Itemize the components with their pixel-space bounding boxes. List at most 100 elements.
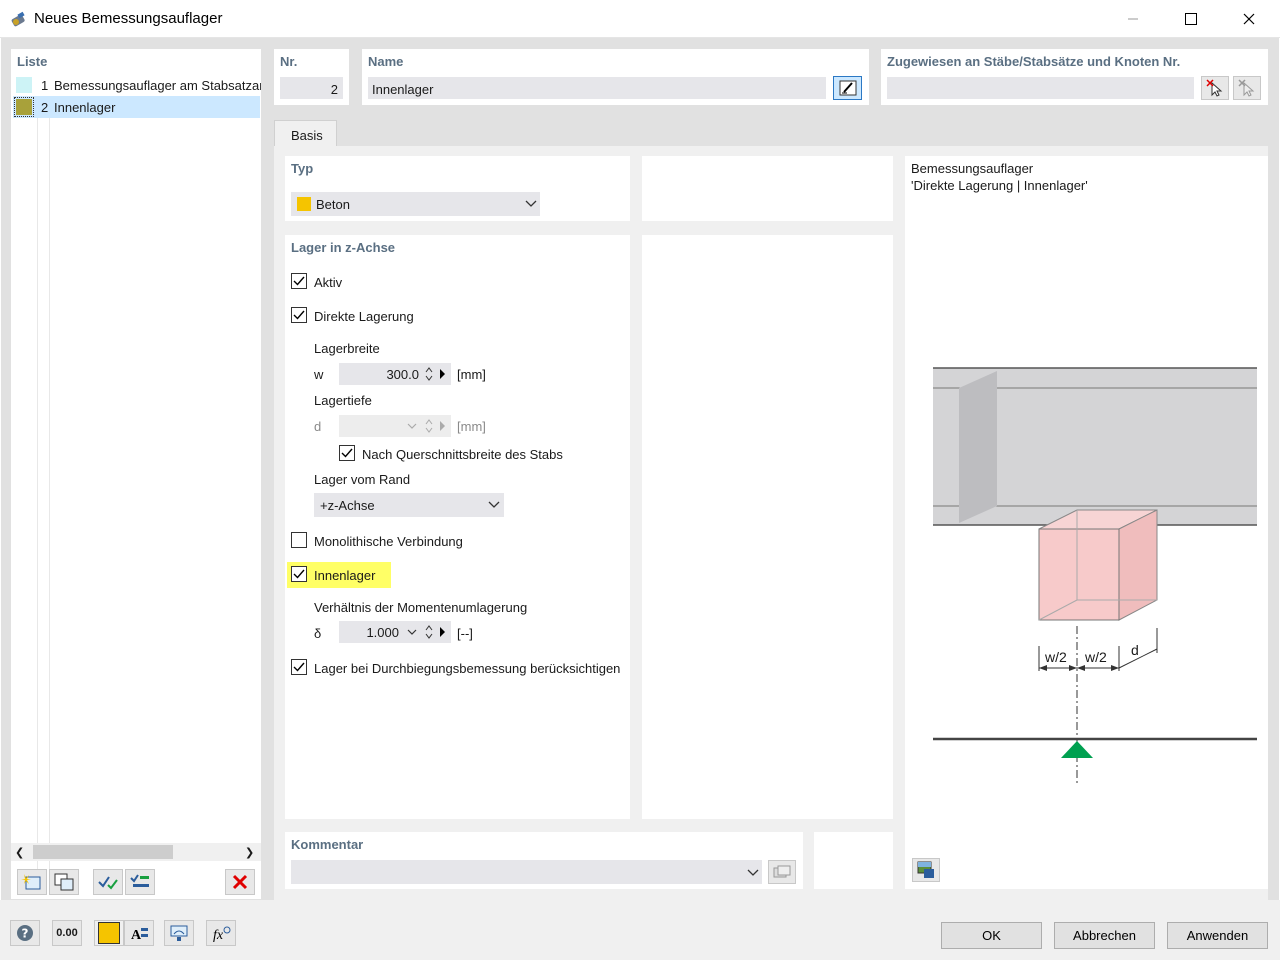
edit-name-button[interactable] (833, 76, 862, 100)
list-item-color-swatch (16, 77, 32, 93)
ok-button[interactable]: OK (941, 922, 1042, 949)
nr-header: Nr. (280, 54, 298, 69)
dim-arrow (1111, 665, 1119, 671)
scrollbar-thumb[interactable] (33, 845, 173, 859)
lagerbreite-label: Lagerbreite (314, 341, 380, 356)
lager-header: Lager in z-Achse (291, 240, 396, 255)
lagerbreite-spinner[interactable]: 300.0 (339, 363, 451, 385)
library-icon (773, 865, 791, 878)
check-icon (98, 876, 118, 890)
assigned-field[interactable] (887, 77, 1194, 99)
spin-right-icon (440, 421, 445, 431)
scroll-left-icon[interactable]: ❮ (15, 846, 24, 859)
innenlager-label: Innenlager (314, 568, 376, 583)
spin-updown-icon (425, 419, 433, 433)
clear-selection-button[interactable] (1233, 76, 1261, 100)
list-item-nr: 2 (41, 100, 49, 115)
nach-querschnittsbreite-checkbox[interactable] (339, 445, 355, 461)
name-field[interactable]: Innenlager (368, 77, 826, 99)
aktiv-checkbox[interactable] (291, 273, 307, 289)
durchbiegung-checkbox[interactable] (291, 659, 307, 675)
verhaeltnis-label: Verhältnis der Momentenumlagerung (314, 600, 528, 615)
list-panel: Liste 1 Bemessungsauflager am Stabsatzar… (11, 49, 261, 899)
lagertiefe-symbol: d (314, 419, 322, 434)
lagertiefe-label: Lagertiefe (314, 393, 372, 408)
name-header: Name (368, 54, 404, 69)
verhaeltnis-unit: [--] (457, 626, 473, 641)
list-item-color-swatch (16, 99, 32, 115)
dim-arrow (1077, 665, 1085, 671)
new-item-button[interactable] (17, 869, 47, 895)
tree-guide (37, 118, 38, 888)
list-item-nr: 1 (41, 78, 49, 93)
kommentar-panel: Kommentar (285, 832, 803, 889)
app-icon (10, 10, 28, 28)
verhaeltnis-spinner[interactable]: 1.000 (339, 621, 451, 643)
apply-button[interactable]: Anwenden (1167, 922, 1268, 949)
direkte-lagerung-checkbox[interactable] (291, 307, 307, 323)
block-side (1118, 509, 1158, 621)
assigned-panel: Zugewiesen an Stäbe/Stabsätze und Knoten… (881, 49, 1268, 105)
chevron-down-icon (407, 423, 417, 429)
assigned-header: Zugewiesen an Stäbe/Stabsätze und Knoten… (887, 54, 1181, 69)
units-button[interactable]: 0.00 (52, 920, 82, 946)
lagertiefe-unit: [mm] (457, 419, 486, 434)
chevron-down-icon (747, 869, 759, 876)
lager-vom-rand-dropdown[interactable]: +z-Achse (314, 493, 504, 517)
tab-basis[interactable]: Basis (274, 120, 337, 147)
list-item-label: Innenlager (54, 100, 116, 115)
list-item-selected[interactable]: 2 Innenlager (13, 96, 260, 118)
pick-objects-button[interactable] (1201, 76, 1229, 100)
typ-color-swatch (297, 197, 311, 211)
minimize-button[interactable] (1104, 0, 1162, 38)
empty-panel-bottom (814, 832, 893, 889)
beam-section-plane (959, 371, 997, 523)
help-icon: ? (17, 925, 33, 941)
copy-icon (54, 873, 74, 891)
list-item[interactable]: 1 Bemessungsauflager am Stabsatzar (13, 74, 261, 96)
text-button[interactable]: A (124, 920, 154, 946)
lagerbreite-unit: [mm] (457, 367, 486, 382)
cancel-button[interactable]: Abbrechen (1054, 922, 1155, 949)
text-icon: A (131, 928, 148, 942)
dim-d-label: d (1131, 642, 1139, 658)
dim-arrow (1039, 665, 1047, 671)
check-items-button[interactable] (93, 869, 123, 895)
delete-icon (232, 874, 248, 890)
horizontal-scrollbar[interactable]: ❮ ❯ (11, 843, 261, 861)
kommentar-library-button[interactable] (768, 860, 796, 884)
dim-arrow (1069, 665, 1077, 671)
cursor-clear-icon (1238, 79, 1255, 97)
copy-item-button[interactable] (49, 869, 79, 895)
view-button[interactable] (164, 920, 194, 946)
dim-w1-label: w/2 (1045, 649, 1067, 665)
close-button[interactable] (1220, 0, 1278, 38)
help-button[interactable]: ? (10, 920, 40, 946)
spin-updown-icon (425, 367, 433, 381)
delete-item-button[interactable] (225, 869, 255, 895)
kommentar-dropdown[interactable] (291, 860, 762, 884)
renumber-items-button[interactable] (125, 869, 155, 895)
empty-panel-middle (642, 235, 893, 819)
spin-updown-icon (425, 625, 433, 639)
typ-dropdown[interactable]: Beton (291, 192, 540, 216)
support-diagram (933, 367, 1257, 786)
kommentar-header: Kommentar (291, 837, 364, 852)
color-button[interactable] (94, 920, 124, 946)
nr-field[interactable]: 2 (280, 77, 343, 99)
lagerbreite-symbol: w (314, 367, 324, 382)
aktiv-label: Aktiv (314, 275, 343, 290)
units-icon: 0.00 (56, 927, 78, 939)
monolithische-verbindung-checkbox[interactable] (291, 532, 307, 548)
preview-options-button[interactable] (912, 858, 940, 882)
nach-querschnittsbreite-label: Nach Querschnittsbreite des Stabs (362, 447, 563, 462)
spin-right-icon (440, 369, 445, 379)
window-title: Neues Bemessungsauflager (34, 10, 223, 27)
scroll-right-icon[interactable]: ❯ (245, 846, 254, 859)
empty-panel-top (642, 156, 893, 221)
name-panel: Name Innenlager (362, 49, 869, 105)
typ-header: Typ (291, 161, 314, 176)
innenlager-checkbox[interactable] (291, 566, 307, 582)
formula-button[interactable]: fx (206, 920, 236, 946)
maximize-button[interactable] (1162, 0, 1220, 38)
